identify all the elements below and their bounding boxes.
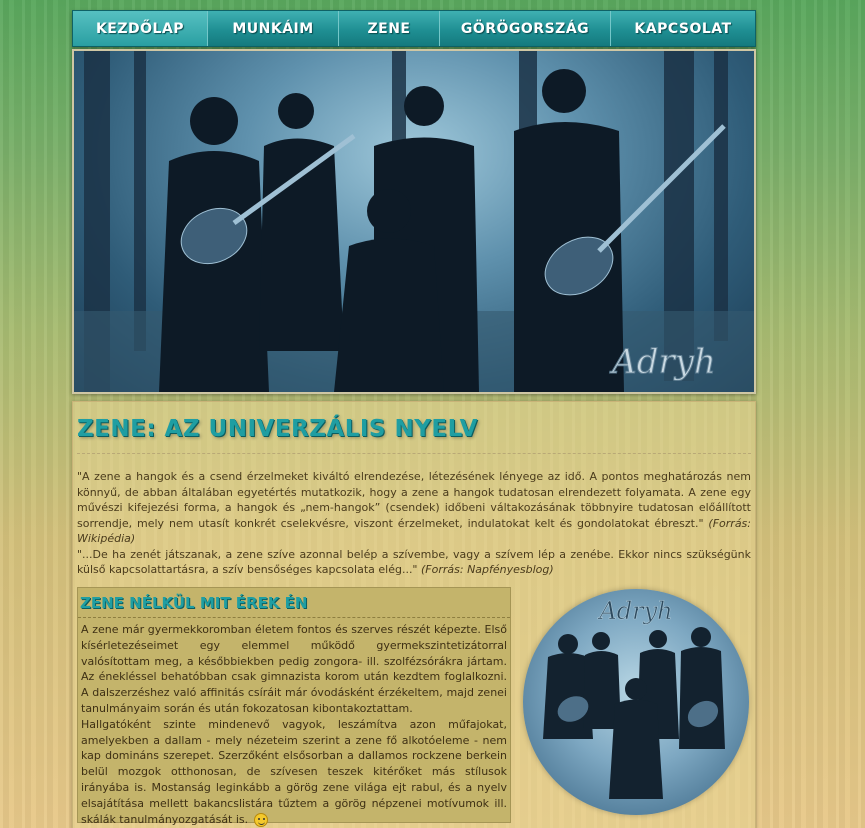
section-paragraph-1: A zene már gyermekkoromban életem fontos… [81,623,507,715]
section-paragraph-2: Hallgatóként szinte mindenevő vagyok, le… [81,717,507,826]
hero-band-photo: Adryh [72,49,756,394]
nav-item-works[interactable]: MUNKÁIM [208,11,339,46]
nav-item-greece[interactable]: GÖRÖGORSZÁG [440,11,611,46]
hero-logo: Adryh [609,342,716,382]
nav-item-home[interactable]: KEZDŐLAP [73,11,208,46]
band-photo-illustration: Adryh [74,51,754,392]
quote-napfenyes-text: "...De ha zenét játszanak, a zene szíve … [77,547,751,577]
quote-napfenyes-source: (Forrás: Napfényesblog) [421,563,554,576]
band-circle-illustration: Adryh [543,597,725,799]
quote-napfenyes: "...De ha zenét játszanak, a zene szíve … [77,547,751,578]
section-music-without: ZENE NÉLKÜL MIT ÉREK ÉN A zene már gyerm… [77,587,511,827]
quote-wikipedia-text: "A zene a hangok és a csend érzelmeket k… [77,470,751,530]
page-container: KEZDŐLAP MUNKÁIM ZENE GÖRÖGORSZÁG KAPCSO… [72,10,756,828]
section-title: ZENE NÉLKÜL MIT ÉREK ÉN [78,588,510,618]
nav-item-contact[interactable]: KAPCSOLAT [611,11,755,46]
main-nav: KEZDŐLAP MUNKÁIM ZENE GÖRÖGORSZÁG KAPCSO… [72,10,756,47]
section-body: A zene már gyermekkoromban életem fontos… [78,618,510,827]
page-title: ZENE: AZ UNIVERZÁLIS NYELV [77,402,751,454]
circle-logo-text: Adryh [597,597,672,625]
band-circle-image: Adryh [523,589,749,815]
smiley-icon [253,812,268,827]
content-panel: ZENE: AZ UNIVERZÁLIS NYELV "A zene a han… [72,401,756,828]
nav-item-music[interactable]: ZENE [339,11,440,46]
quote-wikipedia: "A zene a hangok és a csend érzelmeket k… [77,469,751,547]
